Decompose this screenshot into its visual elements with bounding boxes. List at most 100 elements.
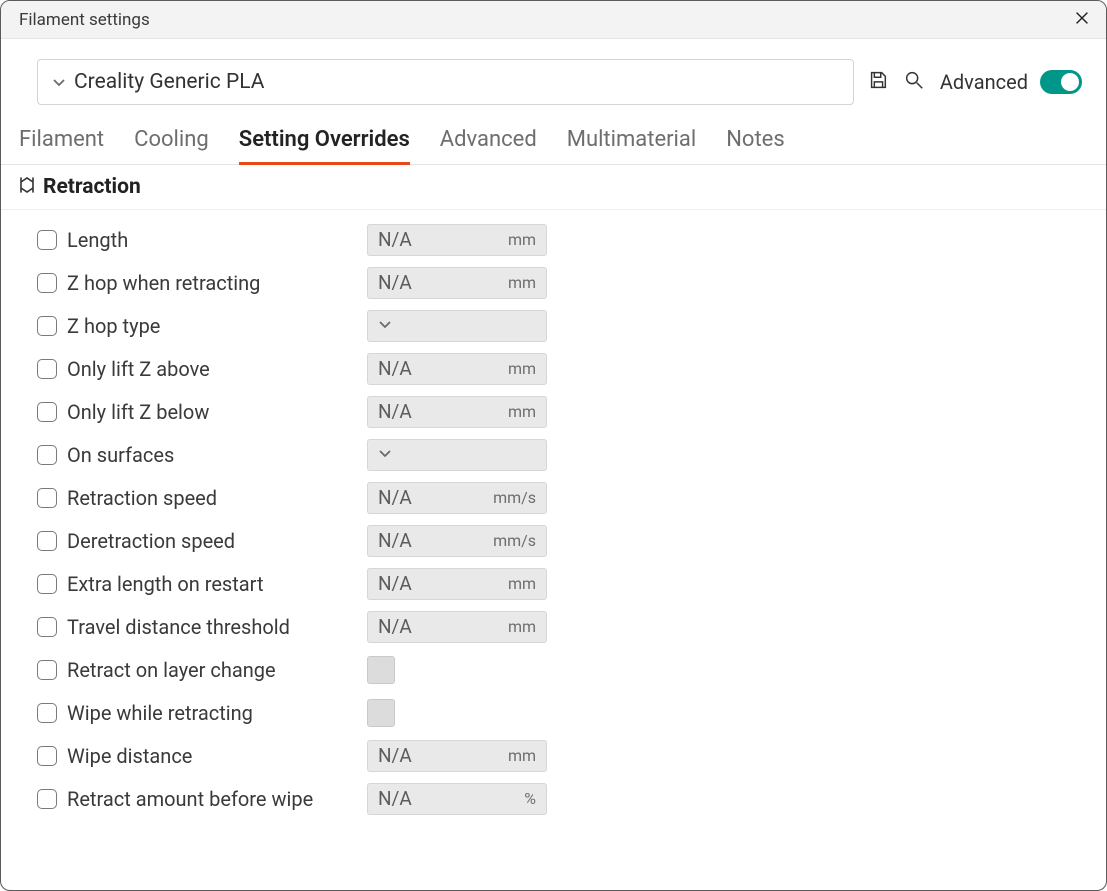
setting-row-travel-thresh: Travel distance threshold N/A mm bbox=[37, 605, 1106, 648]
save-button[interactable] bbox=[866, 70, 890, 94]
search-button[interactable] bbox=[902, 70, 926, 94]
input-value: N/A bbox=[378, 787, 412, 810]
setting-label: Z hop when retracting bbox=[67, 271, 260, 295]
label-cell: Retraction speed bbox=[37, 486, 367, 510]
titlebar: Filament settings bbox=[1, 1, 1106, 39]
setting-label: Wipe distance bbox=[67, 744, 192, 768]
section-header[interactable]: Retraction bbox=[1, 165, 1106, 210]
tab-notes[interactable]: Notes bbox=[726, 127, 784, 164]
close-icon bbox=[1073, 9, 1091, 31]
chevron-down-icon bbox=[52, 75, 66, 89]
override-checkbox-wipe-dist[interactable] bbox=[37, 746, 57, 766]
input-unit: % bbox=[524, 789, 536, 808]
search-icon bbox=[903, 69, 925, 95]
input-unit: mm bbox=[508, 273, 536, 292]
override-checkbox-retract-speed[interactable] bbox=[37, 488, 57, 508]
input-travel-thresh[interactable]: N/A mm bbox=[367, 611, 547, 643]
label-cell: Only lift Z below bbox=[37, 400, 367, 424]
label-cell: Travel distance threshold bbox=[37, 615, 367, 639]
override-checkbox-retract-before-wipe[interactable] bbox=[37, 789, 57, 809]
setting-label: Retract on layer change bbox=[67, 658, 276, 682]
save-icon bbox=[867, 69, 889, 95]
override-checkbox-lift-below[interactable] bbox=[37, 402, 57, 422]
advanced-toggle[interactable] bbox=[1040, 70, 1082, 94]
setting-label: Retraction speed bbox=[67, 486, 217, 510]
setting-label: On surfaces bbox=[67, 443, 174, 467]
setting-row-zhop-retract: Z hop when retracting N/A mm bbox=[37, 261, 1106, 304]
select-zhop-type[interactable] bbox=[367, 310, 547, 342]
settings-rows: LengthN/AmmZ hop when retractingN/AmmZ h… bbox=[1, 210, 1106, 820]
tab-overrides[interactable]: Setting Overrides bbox=[239, 127, 410, 165]
override-checkbox-length[interactable] bbox=[37, 230, 57, 250]
setting-label: Deretraction speed bbox=[67, 529, 235, 553]
input-value: N/A bbox=[378, 400, 412, 423]
toolbar: Creality Generic PLA Advanced bbox=[1, 39, 1106, 105]
setting-row-deretract-speed: Deretraction speed N/Amm/s bbox=[37, 519, 1106, 562]
setting-row-zhop-type: Z hop type bbox=[37, 304, 1106, 347]
override-checkbox-extra-restart[interactable] bbox=[37, 574, 57, 594]
input-wipe-dist[interactable]: N/A mm bbox=[367, 740, 547, 772]
setting-row-lift-below: Only lift Z below N/A mm bbox=[37, 390, 1106, 433]
window-title: Filament settings bbox=[19, 10, 150, 30]
tab-cooling[interactable]: Cooling bbox=[134, 127, 209, 164]
setting-row-retract-speed: Retraction speed N/Amm/s bbox=[37, 476, 1106, 519]
input-retract-speed[interactable]: N/Amm/s bbox=[367, 482, 547, 514]
setting-label: Extra length on restart bbox=[67, 572, 263, 596]
override-checkbox-deretract-speed[interactable] bbox=[37, 531, 57, 551]
input-unit: mm bbox=[508, 359, 536, 378]
input-value: N/A bbox=[378, 228, 412, 251]
setting-row-lift-above: Only lift Z above N/Amm bbox=[37, 347, 1106, 390]
input-deretract-speed[interactable]: N/Amm/s bbox=[367, 525, 547, 557]
setting-label: Retract amount before wipe bbox=[67, 787, 313, 811]
setting-row-on-surfaces: On surfaces bbox=[37, 433, 1106, 476]
close-button[interactable] bbox=[1072, 10, 1092, 30]
label-cell: Retract amount before wipe bbox=[37, 787, 367, 811]
override-checkbox-retract-layer[interactable] bbox=[37, 660, 57, 680]
bool-wipe-retract[interactable] bbox=[367, 699, 395, 727]
setting-row-retract-layer: Retract on layer change bbox=[37, 648, 1106, 691]
input-extra-restart[interactable]: N/Amm bbox=[367, 568, 547, 600]
override-checkbox-wipe-retract[interactable] bbox=[37, 703, 57, 723]
bool-retract-layer[interactable] bbox=[367, 656, 395, 684]
input-value: N/A bbox=[378, 572, 412, 595]
label-cell: On surfaces bbox=[37, 443, 367, 467]
override-checkbox-on-surfaces[interactable] bbox=[37, 445, 57, 465]
input-length[interactable]: N/A mm bbox=[367, 224, 547, 256]
select-on-surfaces[interactable] bbox=[367, 439, 547, 471]
override-checkbox-lift-above[interactable] bbox=[37, 359, 57, 379]
setting-row-wipe-retract: Wipe while retracting bbox=[37, 691, 1106, 734]
label-cell: Retract on layer change bbox=[37, 658, 367, 682]
setting-label: Only lift Z above bbox=[67, 357, 210, 381]
override-checkbox-travel-thresh[interactable] bbox=[37, 617, 57, 637]
input-value: N/A bbox=[378, 744, 412, 767]
setting-label: Only lift Z below bbox=[67, 400, 209, 424]
input-zhop-retract[interactable]: N/A mm bbox=[367, 267, 547, 299]
label-cell: Extra length on restart bbox=[37, 572, 367, 596]
input-unit: mm/s bbox=[493, 488, 536, 507]
override-checkbox-zhop-retract[interactable] bbox=[37, 273, 57, 293]
override-checkbox-zhop-type[interactable] bbox=[37, 316, 57, 336]
window-root: Filament settings Creality Generic PLA A… bbox=[0, 0, 1107, 891]
preset-selector[interactable]: Creality Generic PLA bbox=[37, 59, 854, 105]
input-unit: mm bbox=[508, 402, 536, 421]
setting-row-extra-restart: Extra length on restart N/Amm bbox=[37, 562, 1106, 605]
label-cell: Length bbox=[37, 228, 367, 252]
input-retract-before-wipe[interactable]: N/A% bbox=[367, 783, 547, 815]
setting-label: Length bbox=[67, 228, 128, 252]
input-value: N/A bbox=[378, 271, 412, 294]
input-unit: mm bbox=[508, 230, 536, 249]
input-value: N/A bbox=[378, 615, 412, 638]
tab-multimaterial[interactable]: Multimaterial bbox=[567, 127, 696, 164]
input-unit: mm bbox=[508, 746, 536, 765]
label-cell: Only lift Z above bbox=[37, 357, 367, 381]
input-unit: mm bbox=[508, 617, 536, 636]
setting-row-retract-before-wipe: Retract amount before wipe N/A% bbox=[37, 777, 1106, 820]
tab-advanced[interactable]: Advanced bbox=[440, 127, 537, 164]
tab-filament[interactable]: Filament bbox=[19, 127, 104, 164]
input-lift-above[interactable]: N/Amm bbox=[367, 353, 547, 385]
input-unit: mm/s bbox=[493, 531, 536, 550]
setting-row-wipe-dist: Wipe distance N/A mm bbox=[37, 734, 1106, 777]
preset-name: Creality Generic PLA bbox=[74, 70, 264, 94]
input-lift-below[interactable]: N/A mm bbox=[367, 396, 547, 428]
label-cell: Deretraction speed bbox=[37, 529, 367, 553]
